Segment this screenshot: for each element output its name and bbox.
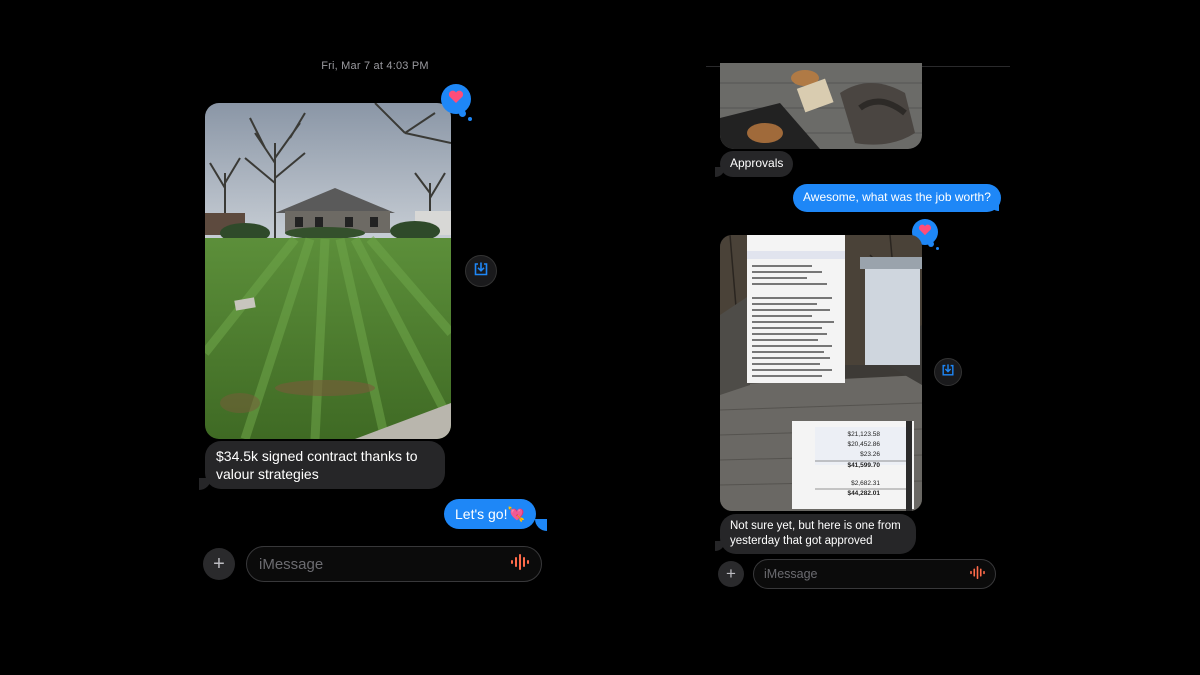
download-icon xyxy=(941,363,955,382)
received-message-text: $34.5k signed contract thanks to valour … xyxy=(216,448,418,483)
sent-message-bubble[interactable]: Let's go!💘 xyxy=(444,499,536,530)
amount-4: $41,599.70 xyxy=(847,462,880,469)
received-label-text: Approvals xyxy=(730,156,784,170)
amount-5: $2,682.31 xyxy=(851,480,880,487)
amount-3: $23.26 xyxy=(860,451,880,458)
sent-message-bubble[interactable]: Awesome, what was the job worth? xyxy=(793,184,1001,212)
bubble-tail xyxy=(715,541,725,551)
audio-waveform-icon[interactable] xyxy=(970,566,985,582)
heart-icon xyxy=(918,223,932,241)
message-input-placeholder: iMessage xyxy=(259,555,324,573)
save-photo-button[interactable] xyxy=(465,255,497,287)
message-input[interactable]: iMessage xyxy=(246,546,542,582)
message-timestamp: Fri, Mar 7 at 4:03 PM xyxy=(321,60,429,72)
conversation-left: Fri, Mar 7 at 4:03 PM $34.5k signed cont… xyxy=(190,40,560,610)
bubble-tail xyxy=(199,478,211,490)
received-label-bubble[interactable]: Approvals xyxy=(720,151,794,177)
message-input[interactable]: iMessage xyxy=(753,559,996,589)
sent-message-text: Let's go!💘 xyxy=(455,506,525,522)
audio-waveform-icon[interactable] xyxy=(511,554,529,574)
conversation-right: Approvals Awesome, what was the job wort… xyxy=(706,63,1010,610)
estimate-on-roof-photo[interactable]: $21,123.58 $20,452.86 $23.26 $41,599.70 … xyxy=(720,235,922,511)
plus-icon: + xyxy=(213,552,225,575)
tapback-heart[interactable] xyxy=(441,84,472,121)
amount-2: $20,452.86 xyxy=(847,441,880,448)
download-icon xyxy=(473,261,489,282)
bubble-tail xyxy=(535,519,547,531)
amount-6: $44,282.01 xyxy=(847,490,880,497)
received-message-bubble[interactable]: $34.5k signed contract thanks to valour … xyxy=(205,441,445,490)
boots-on-roof-photo[interactable] xyxy=(720,63,922,149)
sent-message-text: Awesome, what was the job worth? xyxy=(803,190,991,204)
message-input-placeholder: iMessage xyxy=(764,567,818,581)
add-attachment-button[interactable]: + xyxy=(203,548,235,580)
received-message-text: Not sure yet, but here is one from yeste… xyxy=(730,520,901,547)
received-message-bubble[interactable]: Not sure yet, but here is one from yeste… xyxy=(720,514,916,554)
amount-1: $21,123.58 xyxy=(847,431,880,438)
bubble-tail xyxy=(715,167,725,177)
plus-icon: + xyxy=(726,564,736,583)
add-attachment-button[interactable]: + xyxy=(718,561,744,587)
lawn-photo[interactable] xyxy=(205,103,451,439)
save-photo-button[interactable] xyxy=(934,358,962,386)
heart-icon xyxy=(448,90,464,109)
